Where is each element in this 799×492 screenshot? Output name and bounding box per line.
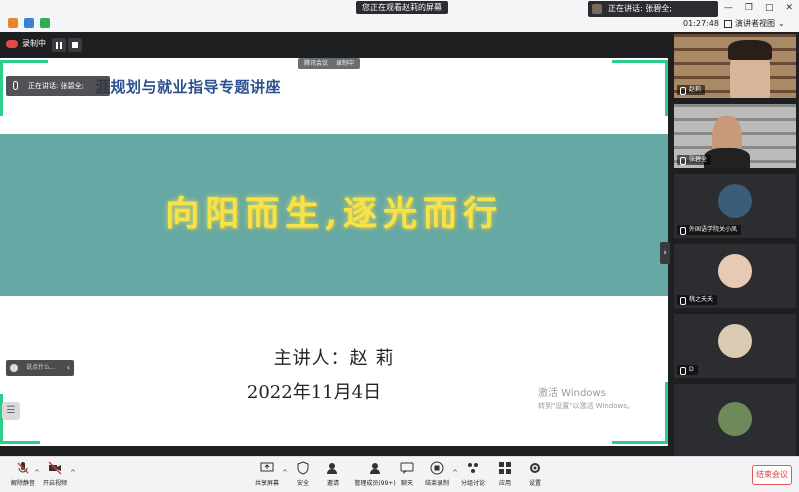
participant-panel: 赵莉 张碧全 外国语学院关小凤 桃之夭夭 D (672, 32, 799, 456)
presenter-line: 主讲人：赵 莉 (273, 348, 395, 369)
participant-name: 赵莉 (677, 85, 706, 95)
share-screen-label: 共享屏幕 (254, 480, 279, 487)
microphone-muted-icon (17, 462, 29, 474)
breakout-rooms-label: 分组讨论 (460, 480, 485, 487)
recording-badge: 录制中 (6, 38, 46, 49)
chat-bubble-icon (400, 462, 414, 474)
collapse-sidebar-button[interactable]: › (660, 242, 670, 264)
floating-meeting-toolbar[interactable]: 腾讯会议 录制中 (298, 58, 361, 69)
mini-toolbar-item[interactable]: 录制中 (336, 58, 354, 69)
speaking-text: 正在讲话: 张碧全; (608, 4, 672, 13)
slide-date: 2022年11月4日 (246, 382, 382, 403)
shield-icon[interactable] (24, 18, 34, 28)
microphone-icon (13, 81, 18, 90)
participant-tile[interactable]: 赵莉 (674, 34, 796, 98)
chat-tip-text: 说点什么... (26, 364, 56, 371)
security-label: 安全 (296, 480, 309, 487)
list-icon[interactable]: ☰ (2, 402, 20, 420)
chevron-up-icon[interactable]: ^ (70, 469, 76, 477)
gear-icon (530, 463, 540, 473)
share-screen-icon (260, 462, 274, 472)
participant-name: 桃之夭夭 (677, 295, 718, 305)
corner-accent (612, 60, 668, 116)
chevron-left-icon[interactable]: ‹ (67, 360, 70, 376)
participant-avatar (718, 324, 752, 358)
meeting-window: 您正在观看赵莉的屏幕 正在讲话: 张碧全; — ❐ □ ✕ 01:27:48 演… (0, 0, 799, 492)
speaker-avatar (592, 4, 602, 14)
end-recording-label: 结束录制 (424, 480, 449, 487)
participant-avatar (718, 402, 752, 436)
status-icons (8, 18, 50, 28)
participant-tile[interactable]: 外国语学院关小凤 (674, 174, 796, 238)
pause-recording-button[interactable] (52, 38, 66, 52)
chat-icon (10, 364, 18, 372)
members-icon (370, 463, 380, 474)
invite-label: 邀请 (326, 480, 339, 487)
activation-title: 激活 Windows (538, 388, 606, 399)
recording-strip (0, 32, 668, 58)
participant-name: 张碧全 (677, 155, 712, 165)
record-stop-icon (430, 461, 444, 475)
window-controls: — ❐ □ ✕ (724, 3, 793, 13)
participant-tile[interactable]: 桃之夭夭 (674, 244, 796, 308)
chat-input-tip[interactable]: 说点什么... ‹ (6, 360, 74, 376)
apps-label: 应用 (498, 480, 511, 487)
unmute-label: 解除静音 (10, 480, 35, 487)
shared-screen: 涯规划与就业指导专题讲座 正在讲话: 张碧全; 向阳而生,逐光而行 主讲人：赵 … (0, 58, 668, 446)
camera-off-icon (48, 461, 62, 475)
participant-tile[interactable]: D (674, 314, 796, 378)
info-icon[interactable] (8, 18, 18, 28)
speaking-overlay: 正在讲话: 张碧全; (6, 76, 110, 96)
chat-label: 聊天 (400, 480, 413, 487)
participant-avatar (718, 184, 752, 218)
activation-hint: 转到"设置"以激活 Windows。 (538, 402, 634, 410)
slide-banner: 向阳而生,逐光而行 (0, 134, 668, 296)
settings-label: 设置 (528, 480, 541, 487)
maximize-icon[interactable]: □ (765, 3, 774, 13)
view-mode-label: 演讲者视图 (735, 19, 775, 28)
minimize-icon[interactable]: — (724, 3, 733, 13)
participant-tile[interactable]: 张碧全 (674, 104, 796, 168)
settings-button[interactable]: 设置 (514, 461, 556, 487)
close-icon[interactable]: ✕ (785, 3, 793, 13)
meeting-timer: 01:27:48 (683, 19, 719, 28)
mini-toolbar-item[interactable]: 腾讯会议 (304, 58, 328, 69)
start-video-label: 开启视频 (42, 480, 67, 487)
participant-avatar (718, 254, 752, 288)
participant-tile[interactable] (674, 384, 796, 456)
layout-icon (724, 19, 732, 28)
windows-activation-watermark: 激活 Windows 转到"设置"以激活 Windows。 (538, 384, 634, 411)
viewing-screen-indicator[interactable]: 您正在观看赵莉的屏幕 (356, 1, 448, 14)
banner-slogan: 向阳而生,逐光而行 (165, 194, 503, 234)
shield-icon (297, 461, 309, 475)
participant-name: 外国语学院关小凤 (677, 225, 742, 235)
stop-recording-button[interactable] (68, 38, 82, 52)
end-meeting-button[interactable]: 结束会议 (752, 465, 792, 485)
view-mode-button[interactable]: 演讲者视图 ⌄ (724, 18, 785, 29)
participant-name: D (677, 365, 698, 375)
speaking-overlay-text: 正在讲话: 张碧全; (28, 82, 84, 90)
restore-icon[interactable]: ❐ (745, 3, 753, 13)
breakout-icon (468, 463, 478, 473)
meeting-toolbar: 解除静音 ^ 开启视频 ^ 共享屏幕 ^ 安全 邀请 管理成员(99+) 聊天 (0, 456, 799, 492)
chevron-down-icon: ⌄ (778, 19, 785, 28)
slide-title: 涯规划与就业指导专题讲座 (95, 78, 282, 96)
title-bar: 您正在观看赵莉的屏幕 正在讲话: 张碧全; — ❐ □ ✕ 01:27:48 演… (0, 0, 799, 32)
recording-label: 录制中 (22, 39, 46, 48)
signal-icon[interactable] (40, 18, 50, 28)
apps-grid-icon (499, 462, 511, 474)
speaking-indicator: 正在讲话: 张碧全; (588, 1, 718, 17)
participant-hair (728, 40, 772, 60)
cloud-record-icon (6, 39, 18, 48)
invite-button[interactable]: 邀请 (312, 461, 354, 487)
invite-user-icon (327, 463, 337, 474)
